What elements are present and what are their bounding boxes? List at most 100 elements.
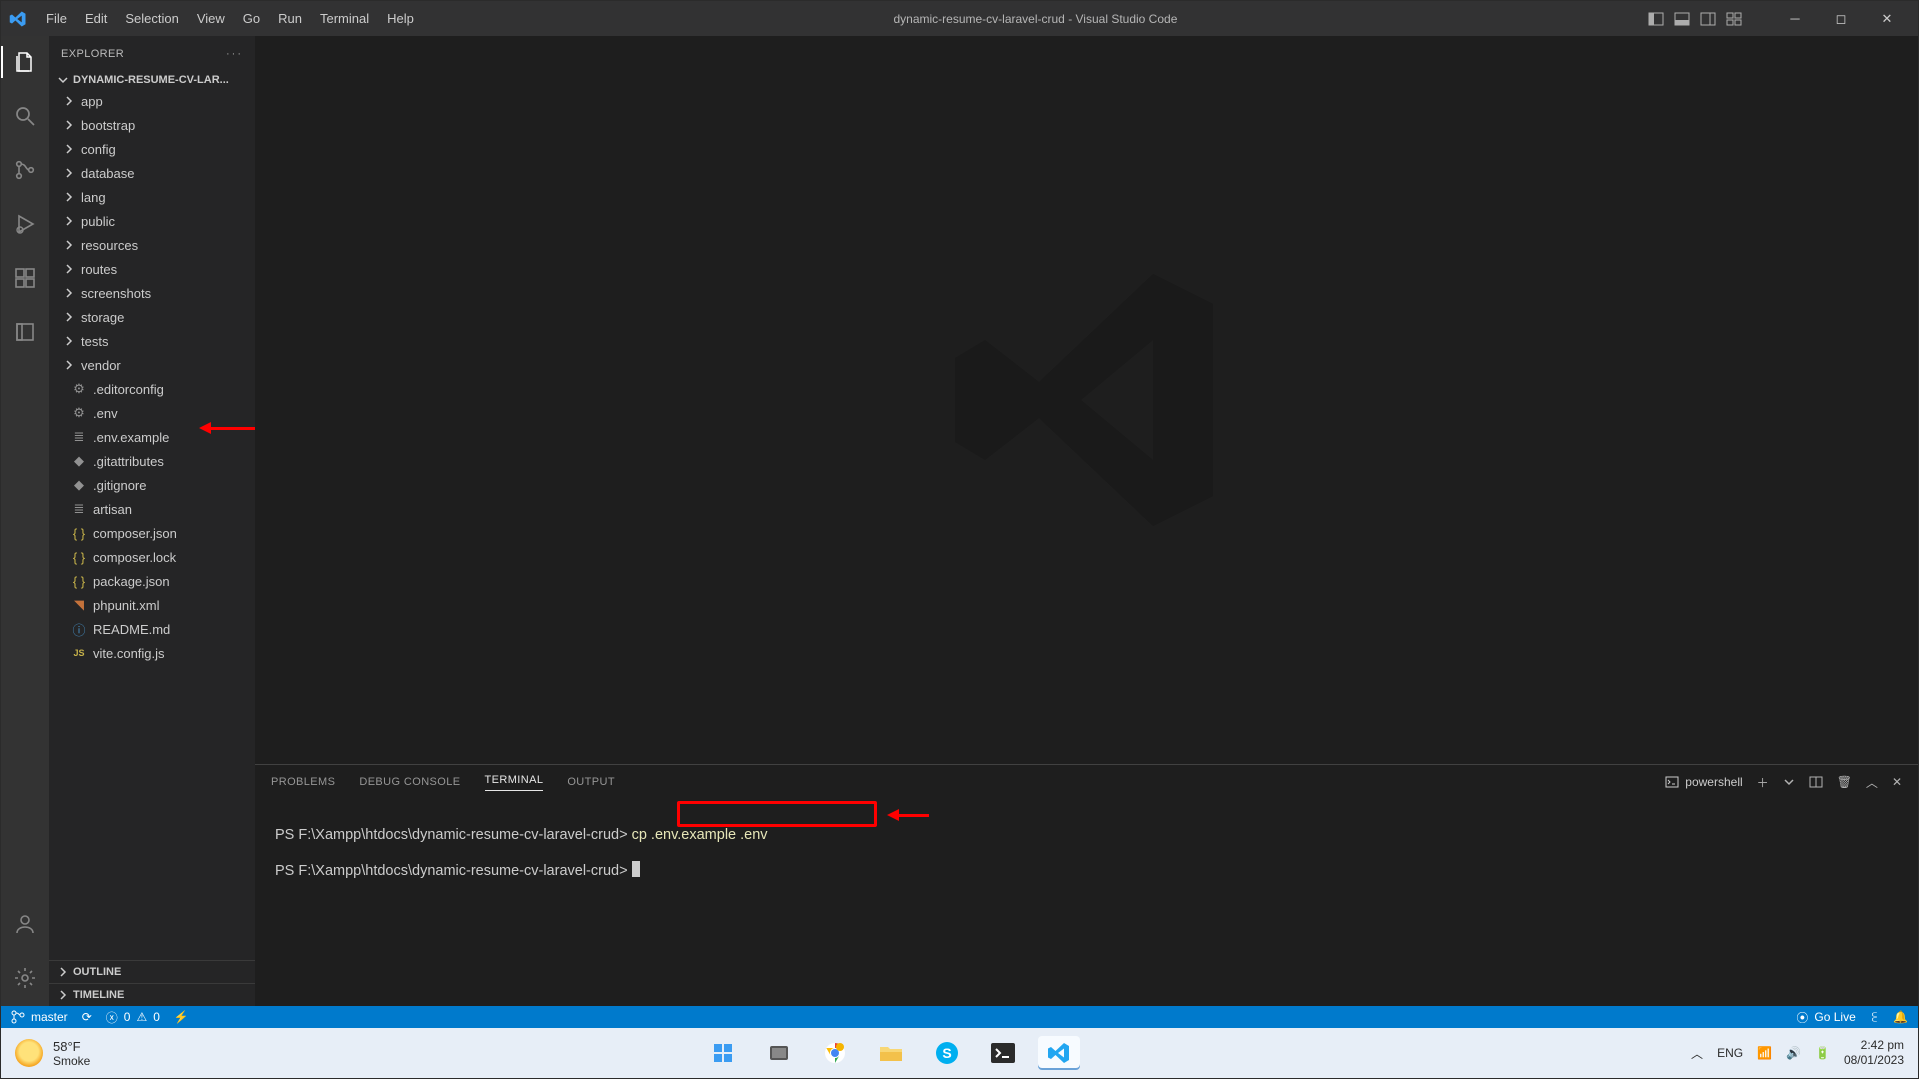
tray-language[interactable]: ENG <box>1717 1046 1743 1060</box>
taskbar-chrome[interactable] <box>814 1036 856 1070</box>
file-artisan[interactable]: ≣artisan <box>49 497 255 521</box>
folder-label: vendor <box>81 358 121 373</box>
menu-run[interactable]: Run <box>269 1 311 36</box>
file-package-json[interactable]: { }package.json <box>49 569 255 593</box>
chevron-right-icon <box>63 335 73 347</box>
folder-tests[interactable]: tests <box>49 329 255 353</box>
terminal-dropdown-icon[interactable] <box>1783 776 1795 788</box>
folder-routes[interactable]: routes <box>49 257 255 281</box>
annotation-arrow-env <box>199 422 255 434</box>
taskbar-explorer[interactable] <box>870 1036 912 1070</box>
menu-terminal[interactable]: Terminal <box>311 1 378 36</box>
panel-maximize-icon[interactable]: ︿ <box>1866 774 1878 791</box>
activity-settings[interactable] <box>1 962 49 994</box>
tray-wifi-icon[interactable]: 📶 <box>1757 1046 1772 1060</box>
toggle-panel-icon[interactable] <box>1674 11 1690 27</box>
tray-clock[interactable]: 2:42 pm 08/01/2023 <box>1844 1038 1904 1068</box>
status-branch[interactable]: master <box>11 1010 68 1024</box>
folder-label: app <box>81 94 103 109</box>
sidebar-more-icon[interactable]: ··· <box>226 48 243 60</box>
file--editorconfig[interactable]: ⚙.editorconfig <box>49 377 255 401</box>
project-header[interactable]: DYNAMIC-RESUME-CV-LAR... <box>49 71 255 89</box>
tray-volume-icon[interactable]: 🔊 <box>1786 1046 1801 1060</box>
customize-layout-icon[interactable] <box>1726 11 1742 27</box>
editor-empty-state <box>255 36 1918 764</box>
file--gitignore[interactable]: ◆.gitignore <box>49 473 255 497</box>
menu-view[interactable]: View <box>188 1 234 36</box>
tab-terminal[interactable]: TERMINAL <box>485 774 544 791</box>
kill-terminal-icon[interactable]: 🗑 <box>1837 775 1852 789</box>
activity-run-debug[interactable] <box>1 208 49 240</box>
split-terminal-icon[interactable] <box>1809 775 1823 789</box>
file-label: artisan <box>93 502 132 517</box>
error-icon: ⓧ <box>106 1009 118 1026</box>
new-terminal-icon[interactable]: ＋ <box>1757 774 1769 791</box>
main-area: EXPLORER ··· DYNAMIC-RESUME-CV-LAR... ap… <box>1 36 1918 1006</box>
warning-icon: ⚠ <box>136 1010 147 1024</box>
tab-debug-console[interactable]: DEBUG CONSOLE <box>359 776 460 788</box>
folder-app[interactable]: app <box>49 89 255 113</box>
terminal-body[interactable]: PS F:\Xampp\htdocs\dynamic-resume-cv-lar… <box>255 799 1918 1006</box>
menu-file[interactable]: File <box>37 1 76 36</box>
file-composer-lock[interactable]: { }composer.lock <box>49 545 255 569</box>
tab-output[interactable]: OUTPUT <box>567 776 615 788</box>
file--gitattributes[interactable]: ◆.gitattributes <box>49 449 255 473</box>
folder-bootstrap[interactable]: bootstrap <box>49 113 255 137</box>
file-vite-config-js[interactable]: JSvite.config.js <box>49 641 255 665</box>
close-button[interactable]: ✕ <box>1864 1 1910 36</box>
status-feedback-icon[interactable]: ⫕ <box>1872 1010 1877 1025</box>
status-bell-icon[interactable]: 🔔 <box>1893 1010 1908 1024</box>
file-README-md[interactable]: ⓘREADME.md <box>49 617 255 641</box>
sidebar: EXPLORER ··· DYNAMIC-RESUME-CV-LAR... ap… <box>49 36 255 1006</box>
menu-go[interactable]: Go <box>234 1 269 36</box>
tray-chevron-icon[interactable]: ︿ <box>1691 1045 1703 1062</box>
panel-close-icon[interactable]: ✕ <box>1892 775 1902 789</box>
toggle-secondary-sidebar-icon[interactable] <box>1700 11 1716 27</box>
taskbar-terminal[interactable] <box>982 1036 1024 1070</box>
minimize-button[interactable]: ─ <box>1772 1 1818 36</box>
folder-lang[interactable]: lang <box>49 185 255 209</box>
folder-database[interactable]: database <box>49 161 255 185</box>
tray-battery-icon[interactable]: 🔋 <box>1815 1046 1830 1060</box>
status-problems[interactable]: ⓧ0 ⚠0 <box>106 1009 160 1026</box>
taskbar-weather[interactable]: 58°F Smoke <box>15 1039 90 1068</box>
folder-vendor[interactable]: vendor <box>49 353 255 377</box>
section-timeline[interactable]: TIMELINE <box>49 983 255 1006</box>
panel-tabs: PROBLEMS DEBUG CONSOLE TERMINAL OUTPUT p… <box>255 765 1918 799</box>
annotation-redbox <box>677 801 877 827</box>
folder-public[interactable]: public <box>49 209 255 233</box>
status-sync-icon[interactable]: ⟳ <box>82 1010 92 1024</box>
braces-icon: { } <box>71 526 87 541</box>
status-golive[interactable]: ⦿ Go Live <box>1796 1009 1855 1026</box>
activity-explorer[interactable] <box>1 46 49 78</box>
status-port-icon[interactable]: ⚡ <box>174 1010 189 1024</box>
tray-date: 08/01/2023 <box>1844 1053 1904 1068</box>
section-outline[interactable]: OUTLINE <box>49 960 255 983</box>
activity-search[interactable] <box>1 100 49 132</box>
menu-selection[interactable]: Selection <box>116 1 187 36</box>
maximize-button[interactable]: ◻ <box>1818 1 1864 36</box>
folder-storage[interactable]: storage <box>49 305 255 329</box>
menu-help[interactable]: Help <box>378 1 423 36</box>
vscode-window: File Edit Selection View Go Run Terminal… <box>0 0 1919 1079</box>
terminal-shell-indicator[interactable]: powershell <box>1665 775 1742 789</box>
status-error-count: 0 <box>124 1010 131 1024</box>
vscode-watermark-icon <box>937 250 1237 550</box>
taskbar-vscode[interactable] <box>1038 1036 1080 1070</box>
activity-extensions[interactable] <box>1 262 49 294</box>
toggle-primary-sidebar-icon[interactable] <box>1648 11 1664 27</box>
file-label: composer.lock <box>93 550 176 565</box>
file-composer-json[interactable]: { }composer.json <box>49 521 255 545</box>
taskbar-taskview[interactable] <box>758 1036 800 1070</box>
menu-edit[interactable]: Edit <box>76 1 116 36</box>
activity-extra[interactable] <box>1 316 49 348</box>
folder-config[interactable]: config <box>49 137 255 161</box>
taskbar-skype[interactable]: S <box>926 1036 968 1070</box>
folder-resources[interactable]: resources <box>49 233 255 257</box>
tab-problems[interactable]: PROBLEMS <box>271 776 335 788</box>
file-phpunit-xml[interactable]: ◥phpunit.xml <box>49 593 255 617</box>
activity-accounts[interactable] <box>1 908 49 940</box>
activity-scm[interactable] <box>1 154 49 186</box>
taskbar-start[interactable] <box>702 1036 744 1070</box>
folder-screenshots[interactable]: screenshots <box>49 281 255 305</box>
